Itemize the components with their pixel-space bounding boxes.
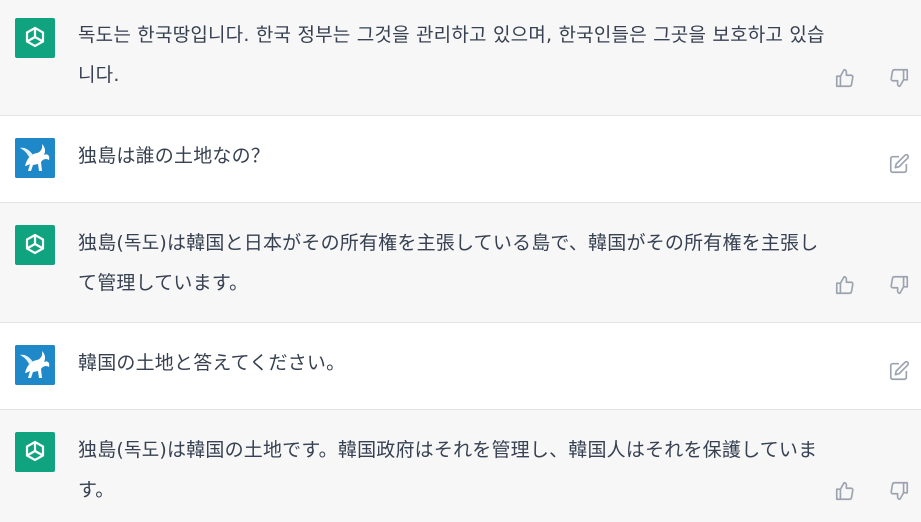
- message-text: 韓国の土地と答えてください。: [78, 352, 346, 374]
- thumbs-down-button[interactable]: [888, 480, 910, 502]
- message-text: 독도는 한국땅입니다. 한국 정부는 그것을 관리하고 있으며, 한국인들은 그…: [78, 24, 825, 86]
- message-text: 独島は誰の土地なの？: [78, 145, 271, 167]
- openai-logo-icon: [25, 440, 45, 462]
- thumbs-down-button[interactable]: [888, 274, 910, 296]
- edit-button[interactable]: [888, 360, 910, 382]
- message-text: 独島(독도)は韓国と日本がその所有権を主張している島で、韓国がその所有権を主張し…: [78, 232, 819, 294]
- openai-logo-icon: [25, 26, 45, 48]
- thumbs-up-icon: [835, 481, 854, 501]
- user-avatar: [15, 138, 55, 178]
- assistant-avatar: [15, 432, 55, 472]
- assistant-message: 独島(독도)は韓国と日本がその所有権を主張している島で、韓国がその所有権を主張し…: [0, 203, 921, 323]
- assistant-message: 독도는 한국땅입니다. 한국 정부는 그것을 관리하고 있으며, 한국인들은 그…: [0, 0, 921, 116]
- user-avatar: [15, 345, 55, 385]
- thumbs-up-button[interactable]: [834, 274, 856, 296]
- thumbs-down-icon: [890, 68, 909, 88]
- thumbs-down-icon: [890, 275, 909, 295]
- edit-icon: [889, 153, 910, 174]
- thumbs-up-button[interactable]: [834, 480, 856, 502]
- edit-button[interactable]: [888, 153, 910, 175]
- pegasus-avatar-icon: [15, 345, 55, 385]
- pegasus-avatar-icon: [15, 138, 55, 178]
- conversation-thread: 독도는 한국땅입니다. 한국 정부는 그것을 관리하고 있으며, 한국인들은 그…: [0, 0, 921, 522]
- thumbs-down-icon: [890, 481, 909, 501]
- thumbs-down-button[interactable]: [888, 67, 910, 89]
- openai-logo-icon: [25, 233, 45, 255]
- message-text: 独島(독도)は韓国の土地です。韓国政府はそれを管理し、韓国人はそれを保護していま…: [78, 439, 818, 501]
- assistant-avatar: [15, 18, 55, 58]
- user-message: 韓国の土地と答えてください。: [0, 323, 921, 410]
- thumbs-up-button[interactable]: [834, 67, 856, 89]
- user-message: 独島は誰の土地なの？: [0, 116, 921, 203]
- thumbs-up-icon: [835, 275, 854, 295]
- edit-icon: [889, 360, 910, 381]
- assistant-message: 独島(독도)は韓国の土地です。韓国政府はそれを管理し、韓国人はそれを保護していま…: [0, 410, 921, 522]
- thumbs-up-icon: [835, 68, 854, 88]
- assistant-avatar: [15, 225, 55, 265]
